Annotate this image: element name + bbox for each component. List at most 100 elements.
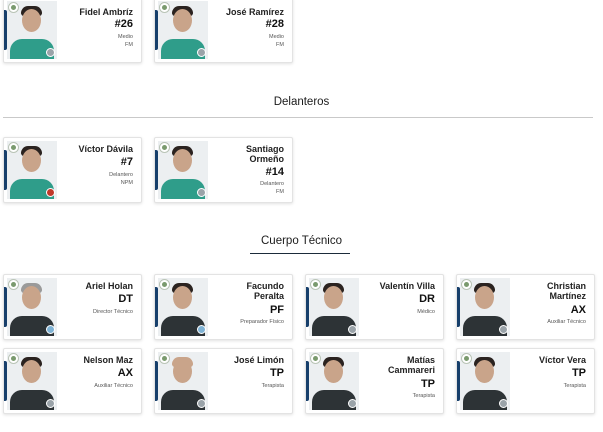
staff-code: AX — [117, 367, 133, 379]
staff-card[interactable]: Valentín Villa DR Médico — [305, 274, 444, 340]
accent-stripe — [306, 361, 309, 401]
staff-role: Director Técnico — [93, 309, 133, 315]
accent-stripe — [4, 10, 7, 50]
player-name: Santiago Ormeño — [245, 144, 284, 164]
nationality-badge-icon — [197, 325, 206, 334]
staff-name: Víctor Vera — [538, 355, 586, 365]
accent-stripe — [155, 10, 158, 50]
club-crest-icon — [159, 279, 170, 290]
staff-name: Valentín Villa — [379, 281, 435, 291]
section-divider — [3, 117, 593, 118]
nationality-badge-icon — [197, 399, 206, 408]
staff-name: Christian Martínez — [546, 281, 586, 301]
player-number: #28 — [265, 18, 284, 30]
staff-code: AX — [570, 304, 586, 316]
club-crest-icon — [461, 353, 472, 364]
staff-photo — [7, 352, 57, 410]
accent-stripe — [155, 361, 158, 401]
staff-card[interactable]: Christian Martínez AX Auxiliar Técnico — [456, 274, 595, 340]
club-crest-icon — [310, 279, 321, 290]
staff-photo — [309, 352, 359, 410]
nationality-badge-icon — [197, 48, 206, 57]
player-position: Delantero — [109, 172, 133, 178]
nationality-badge-icon — [499, 399, 508, 408]
staff-card[interactable]: Víctor Vera TP Terapista — [456, 348, 595, 414]
staff-card[interactable]: Ariel Holan DT Director Técnico — [3, 274, 142, 340]
player-status: NPM — [120, 180, 133, 186]
accent-stripe — [4, 361, 7, 401]
player-name: José Ramírez — [225, 7, 284, 17]
player-number: #26 — [114, 18, 133, 30]
club-crest-icon — [159, 2, 170, 13]
player-position: Medio — [269, 34, 284, 40]
staff-role: Terapista — [261, 383, 284, 389]
accent-stripe — [4, 150, 7, 190]
staff-code: TP — [269, 367, 284, 379]
section-title-forwards: Delanteros — [273, 96, 330, 108]
player-name: Fidel Ambríz — [79, 7, 133, 17]
staff-role: Terapista — [412, 393, 435, 399]
staff-photo — [460, 352, 510, 410]
player-card[interactable]: José Ramírez #28 Medio FM — [154, 0, 293, 63]
staff-role: Médico — [417, 309, 435, 315]
staff-name: Matías Cammareri — [387, 355, 435, 375]
section-title-staff: Cuerpo Técnico — [261, 235, 342, 247]
accent-stripe — [457, 361, 460, 401]
club-crest-icon — [310, 353, 321, 364]
player-status: FM — [125, 42, 133, 48]
staff-name: Ariel Holan — [85, 281, 133, 291]
player-photo — [7, 1, 57, 59]
nationality-badge-icon — [46, 188, 55, 197]
club-crest-icon — [8, 279, 19, 290]
accent-stripe — [4, 287, 7, 327]
section-title-underline — [250, 253, 350, 254]
staff-code: PF — [269, 304, 284, 316]
player-status: FM — [276, 42, 284, 48]
club-crest-icon — [8, 142, 19, 153]
player-photo — [158, 1, 208, 59]
player-photo — [158, 141, 208, 199]
club-crest-icon — [8, 2, 19, 13]
staff-role: Terapista — [563, 383, 586, 389]
player-number: #7 — [120, 156, 133, 168]
staff-photo — [460, 278, 510, 336]
staff-code: TP — [571, 367, 586, 379]
staff-code: DT — [118, 293, 133, 305]
nationality-badge-icon — [348, 325, 357, 334]
staff-card[interactable]: Nelson Maz AX Auxiliar Técnico — [3, 348, 142, 414]
player-position: Medio — [118, 34, 133, 40]
accent-stripe — [306, 287, 309, 327]
player-card[interactable]: Víctor Dávila #7 Delantero NPM — [3, 137, 142, 203]
nationality-badge-icon — [348, 399, 357, 408]
club-crest-icon — [159, 142, 170, 153]
accent-stripe — [155, 150, 158, 190]
staff-role: Auxiliar Técnico — [547, 319, 586, 325]
staff-role: Preparador Físico — [240, 319, 284, 325]
player-card[interactable]: Santiago Ormeño #14 Delantero FM — [154, 137, 293, 203]
nationality-badge-icon — [46, 325, 55, 334]
staff-photo — [309, 278, 359, 336]
player-position: Delantero — [260, 181, 284, 187]
club-crest-icon — [8, 353, 19, 364]
accent-stripe — [155, 287, 158, 327]
staff-code: DR — [419, 293, 435, 305]
staff-photo — [158, 352, 208, 410]
staff-photo — [7, 278, 57, 336]
player-name: Víctor Dávila — [78, 144, 133, 154]
staff-name: Nelson Maz — [83, 355, 133, 365]
staff-name: Facundo Peralta — [246, 281, 285, 301]
staff-photo — [158, 278, 208, 336]
nationality-badge-icon — [499, 325, 508, 334]
player-card[interactable]: Fidel Ambríz #26 Medio FM — [3, 0, 142, 63]
player-status: FM — [276, 189, 284, 195]
staff-card[interactable]: José Limón TP Terapista — [154, 348, 293, 414]
staff-card[interactable]: Matías Cammareri TP Terapista — [305, 348, 444, 414]
staff-card[interactable]: Facundo Peralta PF Preparador Físico — [154, 274, 293, 340]
accent-stripe — [457, 287, 460, 327]
staff-name: José Limón — [233, 355, 284, 365]
player-photo — [7, 141, 57, 199]
player-number: #14 — [265, 166, 284, 178]
nationality-badge-icon — [46, 399, 55, 408]
nationality-badge-icon — [197, 188, 206, 197]
nationality-badge-icon — [46, 48, 55, 57]
